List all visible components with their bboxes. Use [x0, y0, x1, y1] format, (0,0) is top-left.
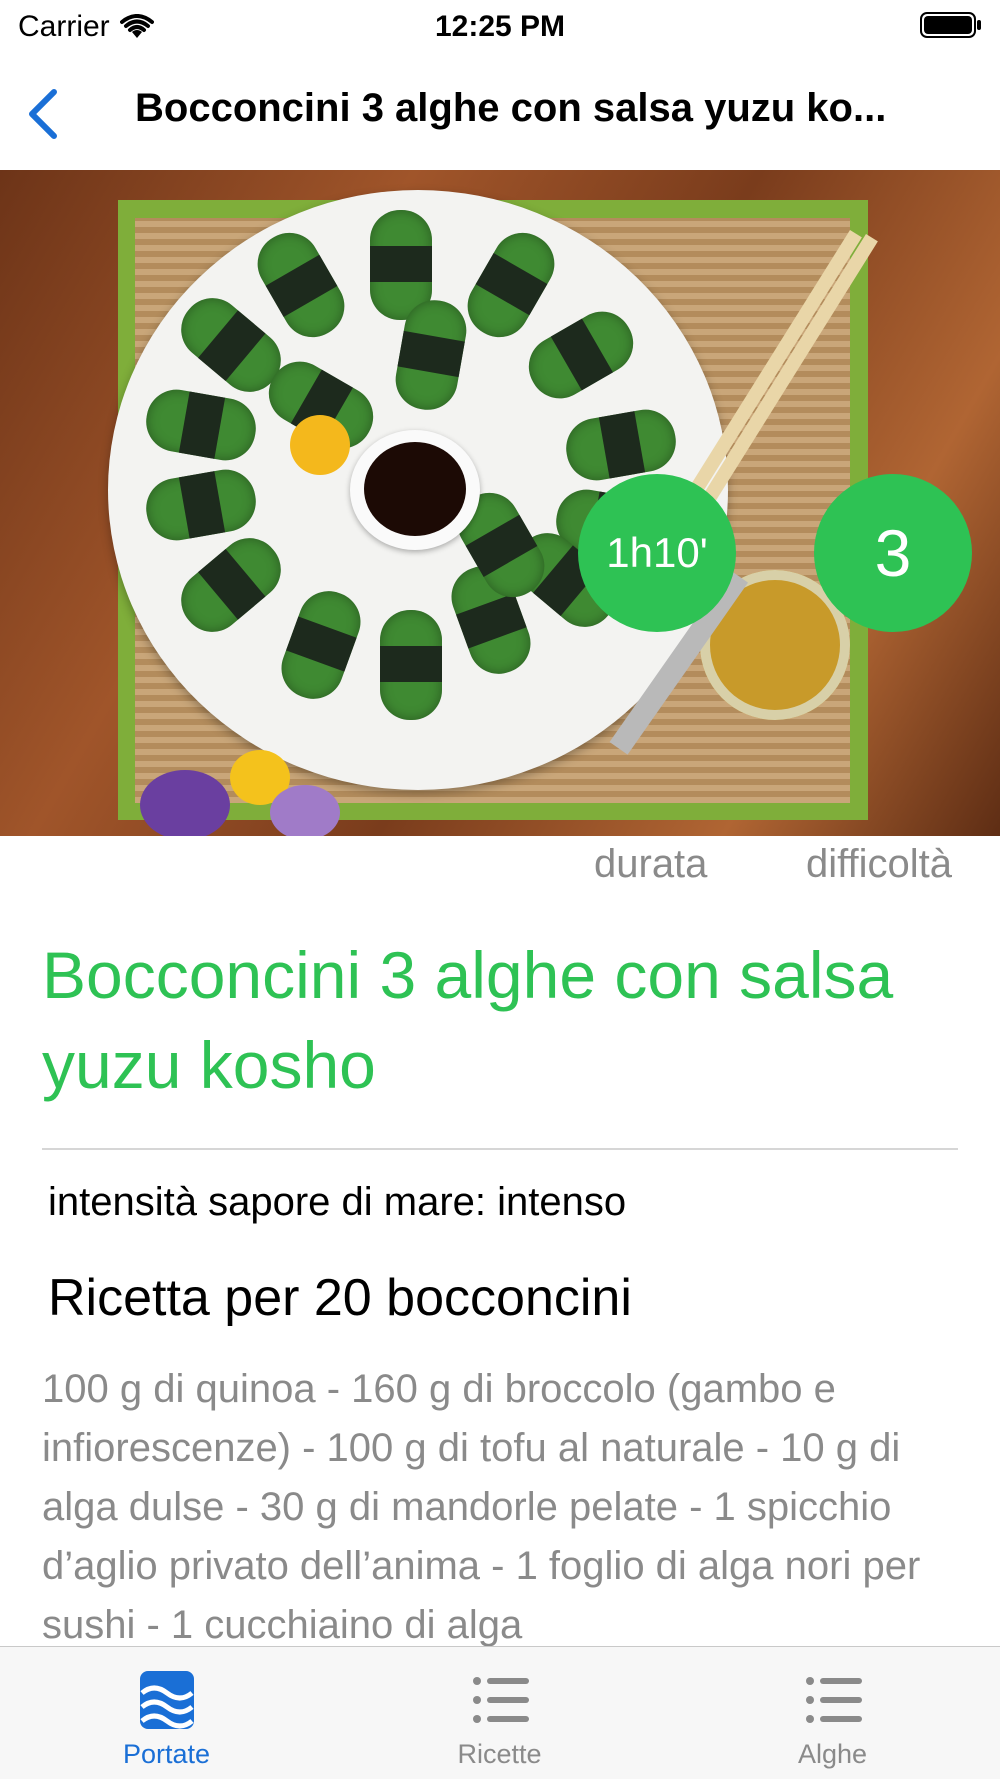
ingredients-text: 100 g di quinoa - 160 g di broccolo (gam…: [42, 1367, 921, 1647]
back-chevron-icon[interactable]: [20, 86, 64, 142]
difficulty-badge: 3: [814, 474, 972, 632]
divider: [42, 1148, 958, 1150]
list-icon: [472, 1677, 529, 1723]
tab-bar: Portate Ricette Alghe: [0, 1646, 1000, 1779]
flower: [140, 770, 230, 836]
flower: [290, 415, 350, 475]
clock: 12:25 PM: [434, 10, 566, 43]
tab-alghe[interactable]: Alghe: [666, 1647, 999, 1779]
flower: [270, 785, 340, 836]
difficulty-label: difficoltà: [806, 842, 953, 886]
tab-label: Alghe: [797, 1739, 868, 1769]
battery-icon: [920, 12, 981, 38]
servings-heading: Ricetta per 20 bocconcini: [48, 1269, 632, 1327]
tab-ricette[interactable]: Ricette: [333, 1647, 666, 1779]
tab-label: Portate: [122, 1739, 211, 1769]
list-icon: [805, 1677, 862, 1723]
navigation-bar: Bocconcini 3 alghe con salsa yuzu ko...: [0, 64, 1000, 164]
nav-title: Bocconcini 3 alghe con salsa yuzu ko...: [135, 86, 887, 130]
status-bar: Carrier 12:25 PM: [0, 0, 1000, 56]
tab-portate[interactable]: Portate: [0, 1647, 333, 1779]
recipe-title: Bocconcini 3 alghe con salsa yuzu kosho: [42, 938, 894, 1102]
duration-label: durata: [594, 842, 708, 886]
duration-badge: 1h10': [578, 474, 736, 632]
waves-icon: [139, 1671, 194, 1729]
sea-flavor-intensity: intensità sapore di mare: intenso: [48, 1180, 627, 1224]
tab-label: Ricette: [457, 1739, 542, 1769]
bite: [380, 610, 442, 720]
soy-sauce: [364, 442, 466, 536]
